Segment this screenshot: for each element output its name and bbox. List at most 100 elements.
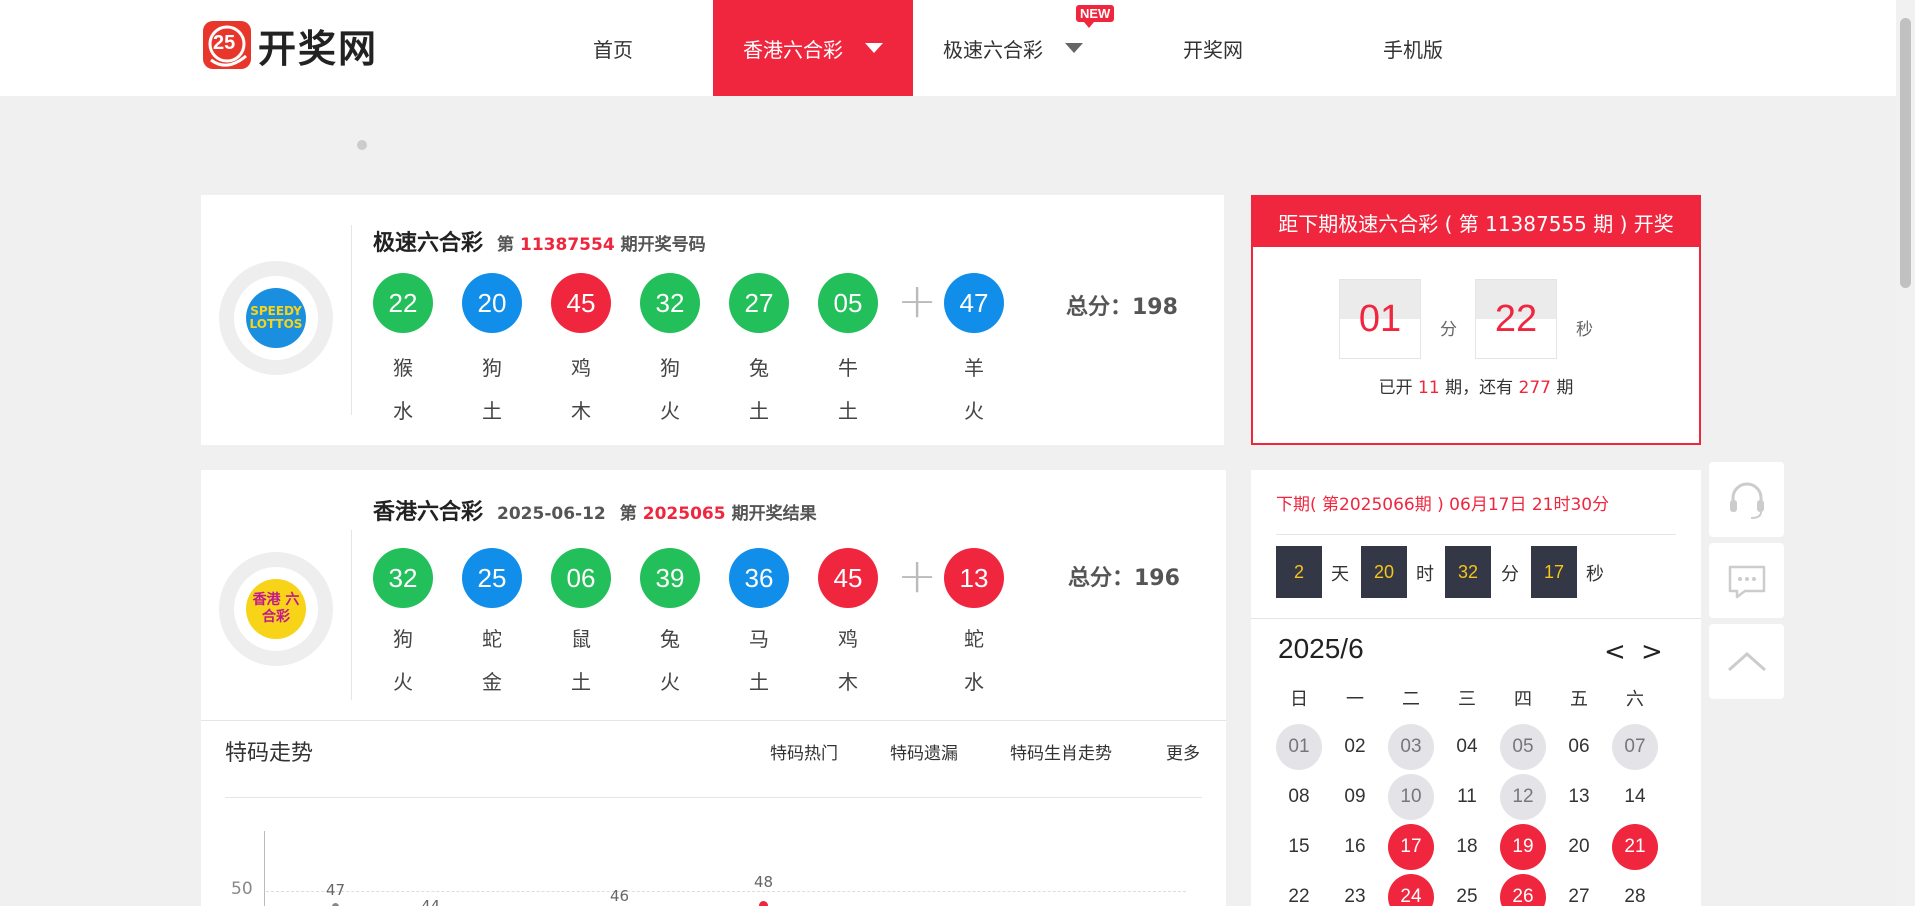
new-badge: NEW <box>1076 5 1115 28</box>
hk-draw-date: 2025-06-12 <box>497 504 606 524</box>
tab-missing[interactable]: 特码遗漏 <box>890 739 958 764</box>
hk-issue-number: 2025065 <box>642 504 726 524</box>
calendar-day[interactable]: 23 <box>1332 874 1378 906</box>
calendar-day[interactable]: 12 <box>1500 774 1546 820</box>
calendar-day[interactable]: 20 <box>1556 824 1602 870</box>
nav-draw-site[interactable]: 开奖网 <box>1113 0 1313 96</box>
element-label: 木 <box>571 399 591 423</box>
calendar-day[interactable]: 14 <box>1612 774 1658 820</box>
hk-draw-title: 香港六合彩 2025-06-12 第 2025065 期开奖结果 <box>373 494 817 526</box>
element-label: 火 <box>660 670 680 694</box>
calendar-day[interactable]: 10 <box>1388 774 1434 820</box>
speedy-draw-title: 极速六合彩 第 11387554 期开奖号码 <box>373 225 706 257</box>
calendar-title: 2025/6 <box>1278 633 1364 664</box>
chat-icon <box>1728 565 1765 598</box>
element-label: 土 <box>482 399 502 423</box>
countdown-heading: 距下期极速六合彩 ( 第 11387555 期 ) 开奖 <box>1253 197 1699 247</box>
number-ball: 06 <box>551 548 611 608</box>
calendar-day[interactable]: 04 <box>1444 724 1490 770</box>
nav-hk-lotto[interactable]: 香港六合彩 <box>713 0 913 96</box>
calendar-day[interactable]: 05 <box>1500 724 1546 770</box>
caret-down-icon <box>865 43 883 53</box>
nav-home[interactable]: 首页 <box>513 0 713 96</box>
zodiac-label: 蛇 <box>964 627 984 651</box>
element-label: 火 <box>393 670 413 694</box>
back-to-top-button[interactable] <box>1709 624 1784 699</box>
calendar-day[interactable]: 11 <box>1444 774 1490 820</box>
number-ball: 27 <box>729 273 789 333</box>
element-label: 土 <box>571 670 591 694</box>
zodiac-label: 鸡 <box>838 627 858 651</box>
number-ball: 25 <box>462 548 522 608</box>
element-label: 土 <box>838 399 858 423</box>
calendar-day[interactable]: 07 <box>1612 724 1658 770</box>
hk-next-draw: 下期( 第2025066期 ) 06月17日 21时30分 2 天 20 时 3… <box>1251 470 1701 618</box>
plus-icon: + <box>897 273 938 329</box>
plus-icon: + <box>897 548 938 604</box>
calendar-day[interactable]: 16 <box>1332 824 1378 870</box>
calendar-day[interactable]: 19 <box>1500 824 1546 870</box>
calendar-day[interactable]: 27 <box>1556 874 1602 906</box>
element-label: 金 <box>482 670 502 694</box>
tab-zodiac-trend[interactable]: 特码生肖走势 <box>1010 739 1112 764</box>
number-ball: 45 <box>818 548 878 608</box>
calendar-day[interactable]: 08 <box>1276 774 1322 820</box>
scrollbar-thumb[interactable] <box>1900 18 1911 288</box>
zodiac-label: 马 <box>749 627 769 651</box>
zodiac-label: 兔 <box>749 356 769 380</box>
speedy-issue-number: 11387554 <box>520 235 615 255</box>
seconds-box: 17 <box>1531 546 1577 598</box>
message-button[interactable] <box>1709 543 1784 618</box>
carousel-dot[interactable] <box>357 140 367 150</box>
tab-more[interactable]: 更多 <box>1166 739 1200 764</box>
calendar-day[interactable]: 28 <box>1612 874 1658 906</box>
speedy-lotto-logo: SPEEDY LOTTOS <box>219 261 333 375</box>
page-scrollbar[interactable] <box>1896 0 1915 906</box>
calendar-day[interactable]: 24 <box>1388 874 1434 906</box>
opened-count: 11 <box>1418 378 1440 398</box>
speedy-countdown-card: 距下期极速六合彩 ( 第 11387555 期 ) 开奖 01 分 22 秒 已… <box>1251 195 1701 445</box>
divider <box>225 797 1202 798</box>
customer-service-button[interactable] <box>1709 462 1784 537</box>
nav-home-label: 首页 <box>593 37 633 62</box>
info-pre: 已开 <box>1378 378 1413 398</box>
calendar-prev-button[interactable]: < <box>1604 637 1626 667</box>
element-label: 木 <box>838 670 858 694</box>
chart-gridline <box>266 891 1186 892</box>
calendar-next-button[interactable]: > <box>1641 637 1663 667</box>
info-post: 期 <box>1556 378 1574 398</box>
speedy-issue-suffix: 期开奖号码 <box>620 235 706 255</box>
special-number-ball: 47 <box>944 273 1004 333</box>
zodiac-label: 兔 <box>660 627 680 651</box>
chart-data-label: 48 <box>754 873 774 891</box>
zodiac-label: 猴 <box>393 356 413 380</box>
hours-unit: 时 <box>1416 564 1434 585</box>
calendar-day[interactable]: 03 <box>1388 724 1434 770</box>
calendar-day[interactable]: 15 <box>1276 824 1322 870</box>
calendar-day[interactable]: 22 <box>1276 874 1322 906</box>
site-logo[interactable]: 25 开奖网 <box>202 19 402 71</box>
calendar-day[interactable]: 21 <box>1612 824 1658 870</box>
logo-mark-icon: 25 <box>202 20 252 70</box>
chart-data-label: 44 <box>421 897 441 906</box>
weekday-label: 三 <box>1458 689 1476 710</box>
tab-hot[interactable]: 特码热门 <box>770 739 838 764</box>
calendar-day[interactable]: 09 <box>1332 774 1378 820</box>
element-label: 土 <box>749 670 769 694</box>
calendar-day[interactable]: 25 <box>1444 874 1490 906</box>
draw-calendar: 2025/6 < > 日 一 二 三 四 五 六 01 02 03 04 05 06 07 08 09 10 11… <box>1251 618 1701 906</box>
calendar-day[interactable]: 18 <box>1444 824 1490 870</box>
zodiac-label: 鼠 <box>571 627 591 651</box>
calendar-day[interactable]: 06 <box>1556 724 1602 770</box>
nav-mobile[interactable]: 手机版 <box>1313 0 1513 96</box>
calendar-day[interactable]: 01 <box>1276 724 1322 770</box>
calendar-day[interactable]: 26 <box>1500 874 1546 906</box>
zodiac-label: 狗 <box>482 356 502 380</box>
weekday-label: 六 <box>1626 689 1644 710</box>
chart-data-label: 46 <box>610 887 630 905</box>
calendar-day[interactable]: 17 <box>1388 824 1434 870</box>
calendar-day[interactable]: 02 <box>1332 724 1378 770</box>
calendar-day[interactable]: 13 <box>1556 774 1602 820</box>
element-label: 火 <box>964 399 984 423</box>
minutes-unit: 分 <box>1501 564 1519 585</box>
